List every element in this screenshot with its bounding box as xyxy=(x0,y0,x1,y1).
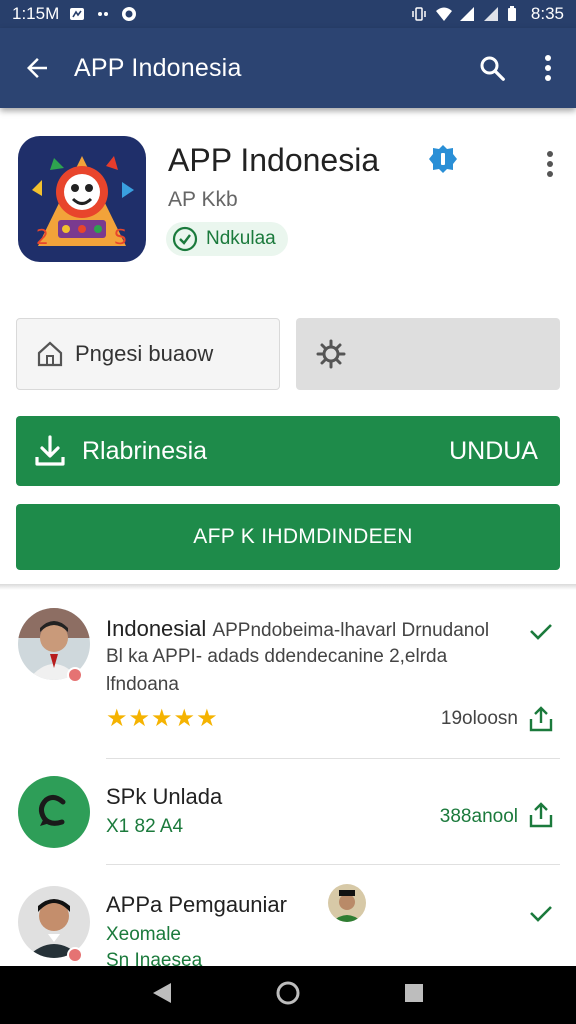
developer-name[interactable]: AP Kkb xyxy=(168,188,238,212)
home-icon xyxy=(37,341,63,367)
badge-icon xyxy=(67,947,83,963)
system-nav-bar xyxy=(0,966,576,1024)
check-arrow-icon xyxy=(530,906,552,922)
back-triangle-icon xyxy=(153,982,171,1003)
list-item[interactable]: Indonesial APPndobeima-lhavarl Drnudanol… xyxy=(0,590,576,760)
settings-action-button[interactable] xyxy=(296,318,560,390)
nav-home-button[interactable] xyxy=(275,980,301,1011)
share-button[interactable] xyxy=(526,704,556,734)
list-item[interactable]: SPk Unlada X1 82 A4 388anool xyxy=(0,760,576,865)
share-icon xyxy=(529,706,553,732)
app-details: 2 S APP Indonesia AP Kkb Ndkulaa Pngesi … xyxy=(0,108,576,584)
status-time-left: 1:15M xyxy=(12,4,60,23)
app-notification-icon xyxy=(121,6,137,22)
install-button-right-label: UNDUA xyxy=(449,436,538,465)
app-logo-icon: 2 S xyxy=(18,136,146,262)
arrow-back-icon xyxy=(27,58,47,78)
install-button-label: Rlabrinesia xyxy=(82,436,208,465)
back-button[interactable] xyxy=(0,28,74,108)
list-item-title: SPk Unlada xyxy=(106,784,223,809)
badge-icon xyxy=(67,667,83,683)
install-button[interactable]: Rlabrinesia UNDUA xyxy=(16,416,560,486)
battery-icon xyxy=(507,6,523,22)
signal-2-icon xyxy=(483,6,499,22)
open-app-button[interactable]: AFP K IHDMDINDEEN xyxy=(16,504,560,570)
status-bar: 1:15M 8:35 xyxy=(0,0,576,28)
rating-stars: ★★★★★ xyxy=(106,705,219,732)
recents-square-icon xyxy=(405,983,423,1002)
status-badge: Ndkulaa xyxy=(166,222,288,256)
list-item-meta: 19oloosn xyxy=(440,708,518,729)
trailing-action-button[interactable] xyxy=(526,900,556,930)
home-circle-icon xyxy=(276,981,300,1004)
overflow-menu-button[interactable] xyxy=(520,28,576,108)
secondary-action-button[interactable]: Pngesi buaow xyxy=(16,318,280,390)
small-avatar xyxy=(328,884,366,922)
list-item-meta: 388anool xyxy=(439,806,518,827)
trailing-action-button[interactable] xyxy=(526,618,556,648)
avatar xyxy=(18,776,90,848)
list-item-title: APPa Pemgauniar xyxy=(106,892,287,917)
cast-icon xyxy=(95,6,111,22)
search-icon xyxy=(480,56,505,81)
list-item[interactable]: APPa Pemgauniar Xeomale Sn Inaesea xyxy=(0,864,576,971)
nav-recents-button[interactable] xyxy=(403,982,425,1009)
app-bar: APP Indonesia xyxy=(0,28,576,108)
list-item-line: Bl ka APPI- adads ddendecanine 2,elrda xyxy=(106,646,448,667)
wifi-icon xyxy=(435,6,452,22)
status-time-right: 8:35 xyxy=(530,4,564,23)
verified-badge-icon xyxy=(428,144,458,174)
share-icon xyxy=(529,802,553,828)
more-vert-icon xyxy=(545,55,551,81)
signal-icon xyxy=(459,6,475,22)
search-button[interactable] xyxy=(464,28,520,108)
vibrate-icon xyxy=(411,6,427,22)
check-arrow-icon xyxy=(530,624,552,640)
list-item-subtitle: X1 82 A4 xyxy=(106,816,184,837)
secondary-action-label: Pngesi buaow xyxy=(75,341,214,366)
list-item-subtitle: Xeomale xyxy=(106,924,181,945)
check-circle-icon xyxy=(172,226,198,252)
status-badge-label: Ndkulaa xyxy=(206,228,276,249)
nav-back-button[interactable] xyxy=(151,981,173,1010)
notification-icon xyxy=(69,6,85,22)
app-name: APP Indonesia xyxy=(168,142,380,178)
share-button[interactable] xyxy=(526,800,556,830)
list-item-line: lfndoana xyxy=(106,674,179,695)
more-vert-icon xyxy=(547,151,553,177)
app-menu-button[interactable] xyxy=(530,144,570,184)
gear-icon xyxy=(316,339,346,369)
list-item-title: Indonesial APPndobeima-lhavarl Drnudanol xyxy=(106,616,490,641)
svg-text:S: S xyxy=(114,225,127,249)
svg-text:2: 2 xyxy=(36,225,49,249)
row-divider xyxy=(106,758,560,759)
app-bar-title: APP Indonesia xyxy=(74,53,242,82)
download-icon xyxy=(35,435,65,466)
